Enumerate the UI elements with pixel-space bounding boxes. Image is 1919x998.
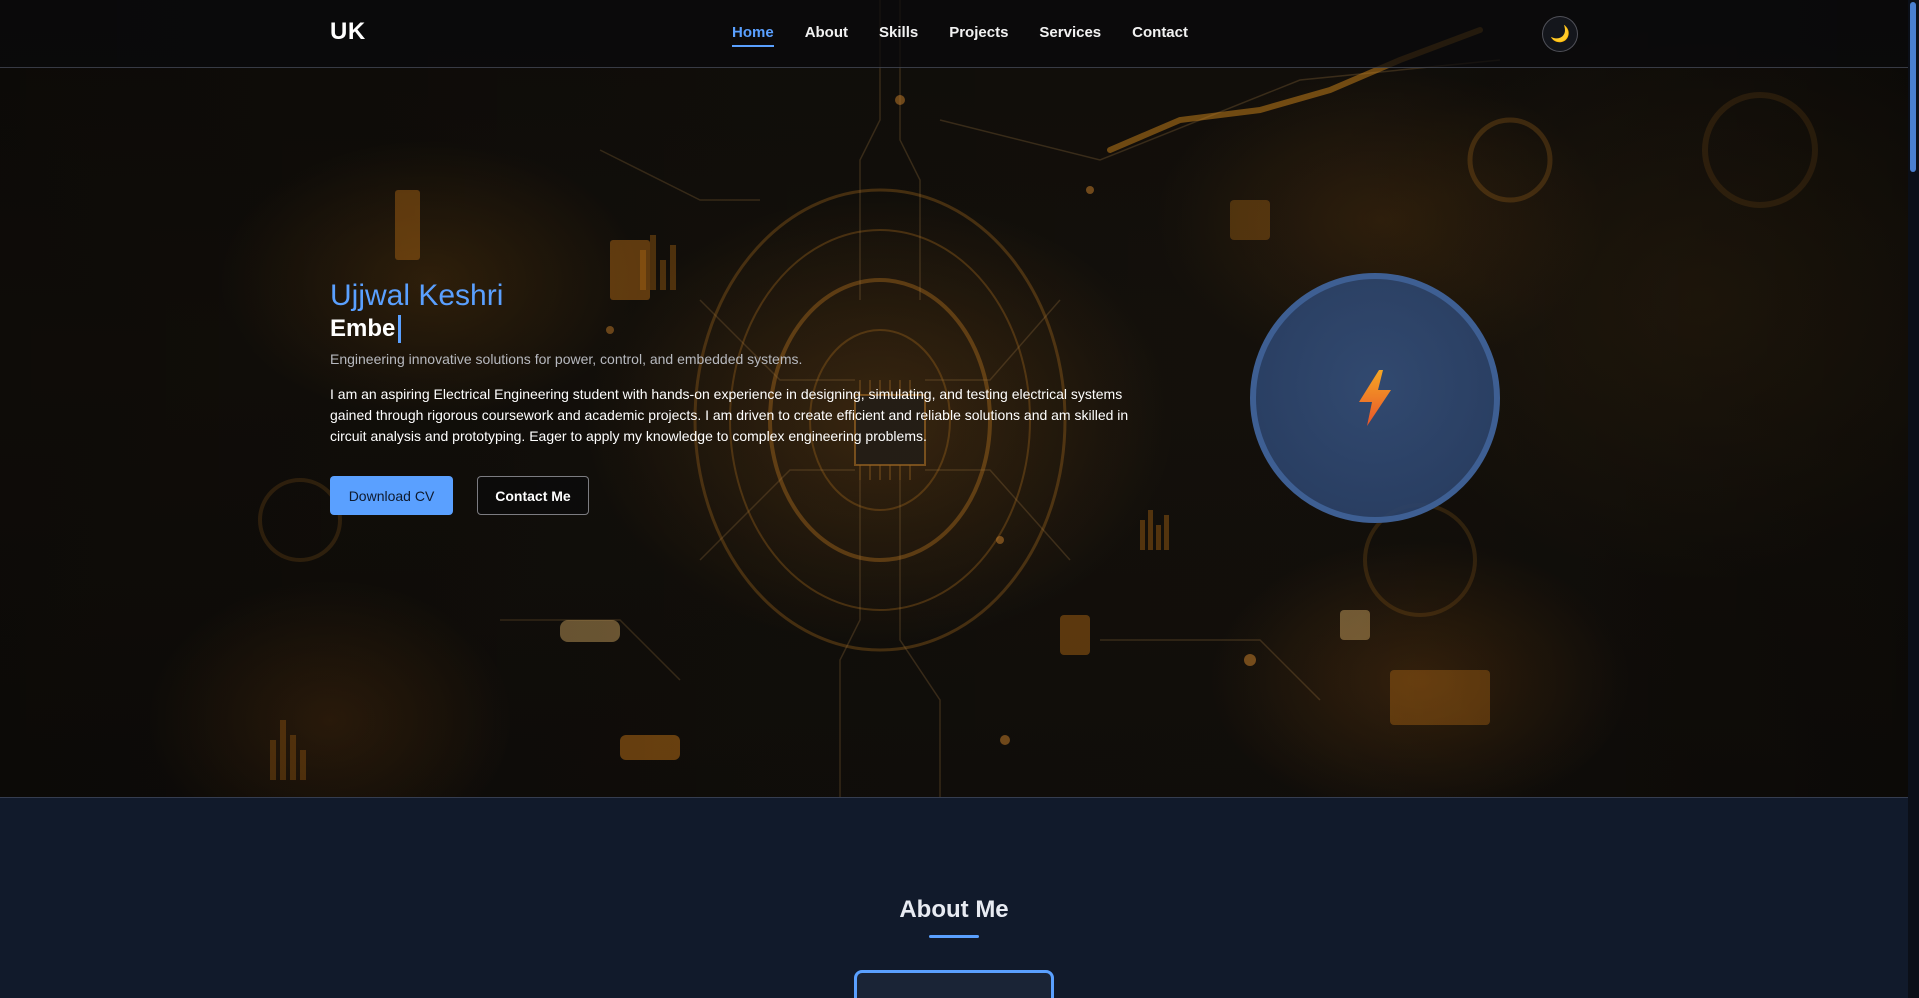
nav-link-projects[interactable]: Projects [949, 24, 1008, 47]
lightning-bolt-icon [1359, 370, 1391, 426]
nav-link-about[interactable]: About [805, 24, 848, 47]
hero-avatar-circle [1250, 273, 1500, 523]
navbar: UK Home About Skills Projects Services C… [0, 0, 1908, 68]
page: Ujjwal Keshri Embe Engineering innovativ… [0, 0, 1919, 998]
nav-link-contact[interactable]: Contact [1132, 24, 1188, 47]
download-cv-button[interactable]: Download CV [330, 476, 453, 515]
moon-icon: 🌙 [1550, 26, 1570, 43]
hero-section: Ujjwal Keshri Embe Engineering innovativ… [0, 0, 1908, 797]
nav-links: Home About Skills Projects Services Cont… [732, 24, 1219, 47]
about-title: About Me [899, 896, 1009, 923]
about-title-underline [929, 935, 979, 938]
hero-content: Ujjwal Keshri Embe Engineering innovativ… [330, 278, 1130, 515]
typing-caret [398, 315, 402, 343]
theme-toggle-button[interactable]: 🌙 [1542, 16, 1578, 52]
nav-link-services[interactable]: Services [1039, 24, 1101, 47]
contact-me-button[interactable]: Contact Me [477, 476, 589, 515]
hero-role-typing: Embe [330, 314, 1130, 344]
hero-tagline: Engineering innovative solutions for pow… [330, 351, 803, 367]
site-logo[interactable]: UK [330, 18, 366, 46]
nav-link-skills[interactable]: Skills [879, 24, 918, 47]
nav-link-home[interactable]: Home [732, 24, 774, 47]
hero-bio: I am an aspiring Electrical Engineering … [330, 386, 1129, 444]
scrollbar-thumb[interactable] [1910, 2, 1916, 172]
hero-role-text: Embe [330, 315, 396, 342]
about-section: About Me [0, 797, 1908, 998]
about-card [854, 970, 1054, 998]
hero-name: Ujjwal Keshri [330, 279, 504, 312]
hero-buttons: Download CV Contact Me [330, 476, 1130, 515]
